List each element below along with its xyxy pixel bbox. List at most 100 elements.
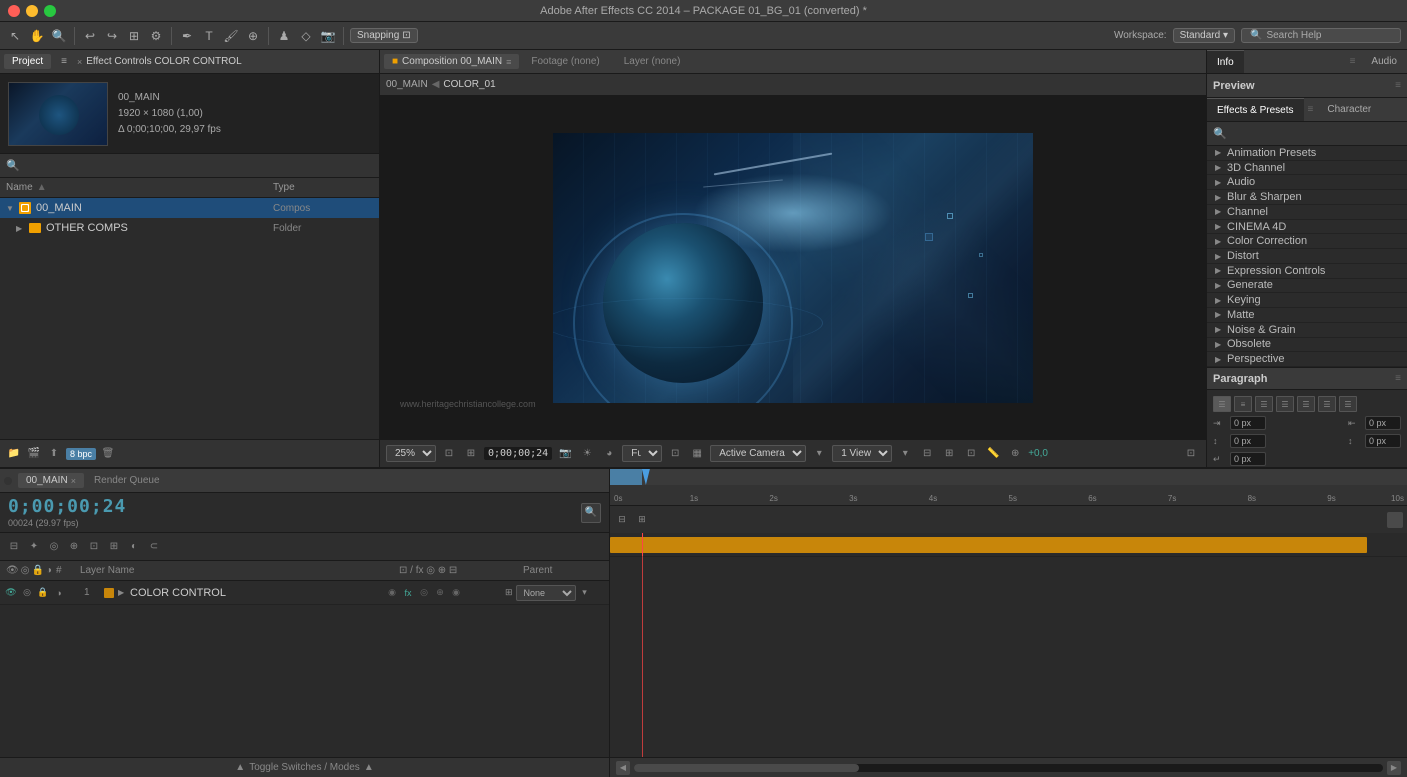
- view-arrow[interactable]: ▾: [896, 445, 914, 463]
- timeline-tab-close-icon[interactable]: ×: [71, 476, 76, 486]
- project-search-input[interactable]: [24, 160, 373, 171]
- align-center-button[interactable]: ≡: [1234, 396, 1252, 412]
- scrollbar-thumb[interactable]: [634, 764, 859, 772]
- redo-icon[interactable]: ↪: [103, 27, 121, 45]
- eye-icon-layer1[interactable]: 👁: [4, 586, 18, 600]
- file-item-other-comps[interactable]: ▶ OTHER COMPS Folder: [0, 218, 379, 238]
- preview-tab-label[interactable]: Preview: [1213, 80, 1255, 92]
- track-end-marker[interactable]: [1387, 512, 1403, 528]
- collapse-switch[interactable]: ⊕: [433, 586, 447, 600]
- shape-tool-icon[interactable]: ◇: [297, 27, 315, 45]
- close-button[interactable]: [8, 5, 20, 17]
- timeline-tool-5[interactable]: ⊡: [86, 539, 102, 555]
- exposure-icon[interactable]: ☀: [578, 445, 596, 463]
- track-tool-2[interactable]: ⊞: [634, 512, 650, 528]
- effect-channel[interactable]: ▶ Channel: [1207, 205, 1407, 220]
- effects-search-input[interactable]: [1231, 128, 1401, 139]
- camera-arrow[interactable]: ▾: [810, 445, 828, 463]
- offset-value[interactable]: +0,0: [1028, 448, 1048, 459]
- effect-controls-close[interactable]: ×: [77, 57, 82, 67]
- camera-tool-icon[interactable]: 📷: [319, 27, 337, 45]
- safe-margins-icon[interactable]: ⊟: [918, 445, 936, 463]
- big-timecode[interactable]: 0;00;00;24: [8, 496, 126, 517]
- rasterize-switch[interactable]: ◉: [449, 586, 463, 600]
- effect-3d-channel[interactable]: ▶ 3D Channel: [1207, 161, 1407, 176]
- timeline-nav-start[interactable]: ◀: [616, 761, 630, 775]
- effect-expression-controls[interactable]: ▶ Expression Controls: [1207, 264, 1407, 279]
- puppet-tool-icon[interactable]: ♟: [275, 27, 293, 45]
- toggle-switches-modes-button[interactable]: ▲ Toggle Switches / Modes ▲: [235, 762, 373, 773]
- grid-icon[interactable]: ⊞: [125, 27, 143, 45]
- effects-menu-icon[interactable]: ≡: [1304, 104, 1318, 115]
- channels-icon[interactable]: ⊕: [1006, 445, 1024, 463]
- track-tool-1[interactable]: ⊟: [614, 512, 630, 528]
- quality-select[interactable]: Full: [622, 445, 662, 462]
- new-comp-icon[interactable]: 🎬: [26, 446, 42, 462]
- layer-timeline-bar[interactable]: [610, 537, 1367, 553]
- effect-cinema4d[interactable]: ▶ CINEMA 4D: [1207, 220, 1407, 235]
- timeline-tool-2[interactable]: ✦: [26, 539, 42, 555]
- character-tab[interactable]: Character: [1317, 98, 1381, 121]
- rulers-icon[interactable]: 📏: [984, 445, 1002, 463]
- clone-tool-icon[interactable]: ⊕: [244, 27, 262, 45]
- composition-tab[interactable]: ■ Composition 00_MAIN ≡: [384, 54, 519, 69]
- quality-switch[interactable]: ◎: [417, 586, 431, 600]
- zoom-tool-icon[interactable]: 🔍: [50, 27, 68, 45]
- undo-icon[interactable]: ↩: [81, 27, 99, 45]
- preview-menu-icon[interactable]: ≡: [1395, 80, 1401, 91]
- info-tab[interactable]: Info: [1207, 50, 1244, 73]
- maximize-button[interactable]: [44, 5, 56, 17]
- settings-icon[interactable]: ⚙: [147, 27, 165, 45]
- space-before-field[interactable]: [1230, 434, 1266, 448]
- timeline-tool-7[interactable]: ◐: [126, 539, 142, 555]
- snapping-button[interactable]: Snapping ⊡: [350, 28, 418, 43]
- effect-matte[interactable]: ▶ Matte: [1207, 308, 1407, 323]
- solo-icon-layer1[interactable]: ◎: [20, 586, 34, 600]
- breadcrumb-parent[interactable]: 00_MAIN: [386, 79, 428, 90]
- fast-preview-icon[interactable]: ▦: [688, 445, 706, 463]
- effect-generate[interactable]: ▶ Generate: [1207, 279, 1407, 294]
- parent-expand-icon[interactable]: ▾: [579, 587, 591, 599]
- justify-left-button[interactable]: ☰: [1276, 396, 1294, 412]
- minimize-button[interactable]: [26, 5, 38, 17]
- project-menu-icon[interactable]: ≡: [53, 54, 75, 69]
- timeline-tool-1[interactable]: ⊟: [6, 539, 22, 555]
- delete-icon[interactable]: 🗑: [100, 446, 116, 462]
- snapshot-icon[interactable]: 📷: [556, 445, 574, 463]
- first-line-field[interactable]: [1230, 452, 1266, 466]
- search-help-input[interactable]: 🔍 Search Help: [1241, 28, 1401, 43]
- res-toggle-icon[interactable]: ⊡: [666, 445, 684, 463]
- lock-icon-layer1[interactable]: 🔒: [36, 586, 50, 600]
- justify-center-button[interactable]: ☰: [1297, 396, 1315, 412]
- fx-switch[interactable]: fx: [401, 586, 415, 600]
- render-queue-tab[interactable]: Render Queue: [86, 473, 168, 488]
- timeline-scrollbar[interactable]: [634, 764, 1383, 772]
- timeline-tool-3[interactable]: ◎: [46, 539, 62, 555]
- align-left-button[interactable]: ☰: [1213, 396, 1231, 412]
- audio-tab[interactable]: Audio: [1361, 50, 1407, 73]
- viewer-timecode[interactable]: 0;00;00;24: [484, 447, 552, 460]
- timeline-tool-4[interactable]: ⊕: [66, 539, 82, 555]
- file-item-00main[interactable]: ▼ 00_MAIN Compos: [0, 198, 379, 218]
- timeline-main-tab[interactable]: 00_MAIN ×: [18, 473, 84, 488]
- pen-tool-icon[interactable]: ✒: [178, 27, 196, 45]
- grid-overlay-icon[interactable]: ⊞: [940, 445, 958, 463]
- effect-animation-presets[interactable]: ▶ Animation Presets: [1207, 146, 1407, 161]
- timeline-tool-6[interactable]: ⊞: [106, 539, 122, 555]
- comp-tab-menu[interactable]: ≡: [506, 57, 511, 67]
- paragraph-menu-icon[interactable]: ≡: [1395, 373, 1401, 384]
- arrow-tool-icon[interactable]: ↖: [6, 27, 24, 45]
- view-select[interactable]: 1 View: [832, 445, 892, 462]
- align-right-button[interactable]: ☰: [1255, 396, 1273, 412]
- zoom-select[interactable]: 25%: [386, 445, 436, 462]
- effect-distort[interactable]: ▶ Distort: [1207, 249, 1407, 264]
- indent-left-field[interactable]: [1230, 416, 1266, 430]
- motion-blur-switch[interactable]: ◉: [385, 586, 399, 600]
- info-menu-icon[interactable]: ≡: [1344, 56, 1362, 67]
- effect-obsolete[interactable]: ▶ Obsolete: [1207, 338, 1407, 353]
- workspace-select[interactable]: Standard ▾: [1173, 28, 1235, 43]
- timeline-nav-end[interactable]: ▶: [1387, 761, 1401, 775]
- effect-controls-tab[interactable]: × Effect Controls COLOR CONTROL: [77, 56, 242, 67]
- effect-audio[interactable]: ▶ Audio: [1207, 175, 1407, 190]
- color-icon[interactable]: ◕: [600, 445, 618, 463]
